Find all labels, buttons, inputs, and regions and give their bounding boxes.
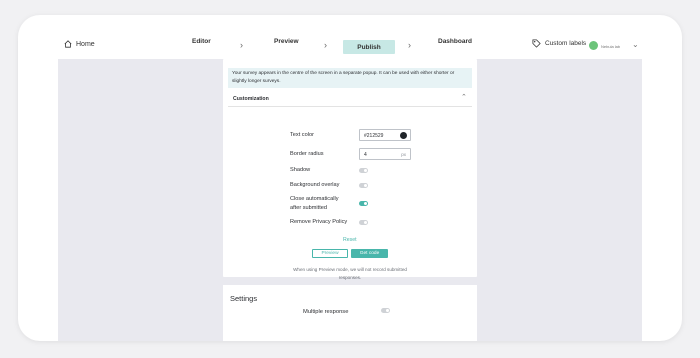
border-radius-unit: px — [401, 152, 406, 157]
close-automatically-label: Close automatically — [290, 196, 339, 202]
reset-link[interactable]: Reset — [343, 237, 357, 243]
home-icon — [64, 40, 72, 48]
multiple-response-label: Multiple response — [303, 309, 349, 315]
settings-title: Settings — [230, 294, 258, 303]
customization-panel: Your survey appears in the centre of the… — [223, 59, 477, 280]
close-automatically-label-2: after submitted — [290, 205, 327, 211]
home-link[interactable]: Home — [64, 40, 95, 48]
border-radius-label: Border radius — [290, 151, 324, 157]
multiple-response-toggle[interactable] — [381, 308, 390, 313]
tag-icon — [532, 39, 541, 48]
background-overlay-toggle[interactable] — [359, 183, 368, 188]
get-code-button-label: Get code — [359, 251, 380, 256]
home-label: Home — [76, 40, 95, 48]
border-radius-input[interactable]: 4 px — [359, 148, 411, 160]
divider — [228, 106, 472, 107]
get-code-button[interactable]: Get code — [351, 249, 388, 258]
close-automatically-toggle[interactable] — [359, 201, 368, 206]
preview-button-label: Preview — [321, 251, 339, 256]
preview-note: When using Preview mode, we will not rec… — [293, 267, 407, 280]
step-publish[interactable]: Publish — [343, 40, 395, 54]
avatar[interactable] — [589, 41, 598, 50]
border-radius-value: 4 — [364, 152, 367, 158]
chevron-right-icon: › — [240, 40, 243, 50]
custom-labels-button[interactable]: Custom labels — [532, 39, 586, 48]
step-publish-label: Publish — [357, 43, 381, 51]
user-name[interactable]: Nebula lab — [601, 44, 620, 49]
shadow-label: Shadow — [290, 167, 311, 173]
step-dashboard[interactable]: Dashboard — [438, 38, 472, 45]
preview-button[interactable]: Preview — [312, 249, 348, 258]
chevron-down-icon[interactable]: ⌄ — [632, 40, 639, 49]
step-editor[interactable]: Editor — [192, 38, 211, 45]
customization-title[interactable]: Customization — [233, 96, 269, 102]
chevron-up-icon[interactable]: ⌃ — [461, 93, 467, 101]
text-color-label: Text color — [290, 132, 314, 138]
info-banner: Your survey appears in the centre of the… — [228, 68, 472, 88]
remove-privacy-label: Remove Privacy Policy — [290, 219, 348, 225]
text-color-value: #212529 — [364, 133, 384, 139]
shadow-toggle[interactable] — [359, 168, 368, 173]
app-window: Home Editor › Preview › Publish › Dashbo… — [18, 15, 682, 341]
settings-panel: Settings Multiple response — [223, 285, 477, 341]
chevron-right-icon: › — [324, 40, 327, 50]
top-navigation: Home Editor › Preview › Publish › Dashbo… — [18, 15, 682, 59]
main-content: Your survey appears in the centre of the… — [58, 59, 642, 341]
text-color-field[interactable]: #212529 — [359, 129, 411, 141]
custom-labels-text: Custom labels — [545, 40, 587, 47]
background-overlay-label: Background overlay — [290, 182, 340, 188]
remove-privacy-toggle[interactable] — [359, 220, 368, 225]
chevron-right-icon: › — [408, 40, 411, 50]
step-preview[interactable]: Preview — [274, 38, 299, 45]
color-swatch[interactable] — [400, 132, 407, 139]
